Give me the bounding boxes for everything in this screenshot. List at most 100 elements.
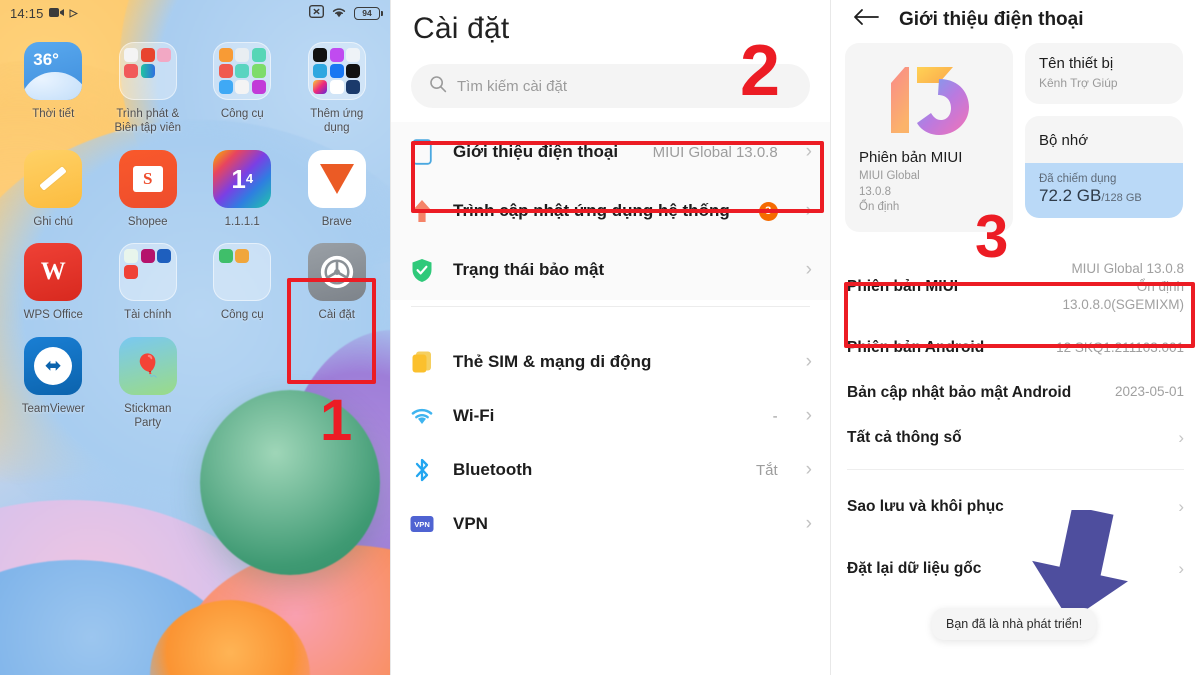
app-label: Công cụ — [220, 309, 264, 322]
svg-text:VPN: VPN — [414, 520, 430, 529]
app-label: TeamViewer — [21, 402, 85, 415]
miui-card-sub1: MIUI Global — [859, 170, 920, 182]
chevron-right-icon: › — [1178, 558, 1184, 578]
app-notes[interactable]: Ghi chú — [6, 149, 101, 229]
chevron-right-icon: › — [805, 405, 812, 426]
page-title: Giới thiệu điện thoại — [899, 8, 1084, 30]
list-divider — [847, 468, 1184, 470]
chevron-right-icon: › — [805, 351, 812, 372]
about-row-value: 2023-05-01 — [1114, 384, 1184, 400]
miui-card-sub2: 13.0.8 — [859, 185, 891, 198]
app-brave[interactable]: Brave — [290, 149, 385, 229]
settings-row-system-updater[interactable]: Trình cập nhật ứng dụng hệ thống 3 › — [391, 182, 830, 240]
app-label: Stickman Party — [124, 402, 172, 429]
brave-lion-icon — [307, 149, 366, 208]
app-shopee[interactable]: S Shopee — [101, 149, 196, 229]
chevron-right-icon: › — [805, 200, 812, 221]
miui-card-title: Phiên bản MIUI — [859, 149, 963, 166]
settings-row-wifi[interactable]: Wi-Fi - › — [391, 389, 830, 443]
miui-13-logo — [859, 57, 999, 143]
shield-check-icon — [409, 257, 435, 283]
memory-card[interactable]: Bộ nhớ Đã chiếm dụng 72.2 GB/128 GB — [1025, 116, 1183, 218]
app-wps-office[interactable]: W WPS Office — [6, 243, 101, 322]
app-teamviewer[interactable]: ⬌ TeamViewer — [6, 336, 101, 431]
app-label: 1.1.1.1 — [224, 215, 260, 228]
app-grid: 36° Thời tiết Trình phát & Biên tập viên — [0, 32, 390, 430]
phone-outline-icon — [409, 139, 435, 165]
about-cards: Phiên bản MIUI MIUI Global 13.0.8 Ổn địn… — [831, 37, 1200, 232]
video-camera-icon — [48, 6, 64, 21]
app-folder-media[interactable]: Trình phát & Biên tập viên — [101, 42, 196, 136]
app-folder-finance[interactable]: Tài chính — [101, 243, 196, 322]
back-arrow-icon[interactable] — [853, 8, 879, 31]
weather-icon: 36° — [24, 42, 83, 100]
about-row-all-specs[interactable]: Tất cả thông số › — [831, 415, 1200, 461]
home-screen-panel: 14:15 94 36° Thời tiết Trình phát & Biên… — [0, 0, 390, 675]
about-row-factory-reset[interactable]: Đặt lại dữ liệu gốc › — [831, 546, 1200, 592]
about-row-security-patch[interactable]: Bản cập nhật bảo mật Android 2023-05-01 — [831, 370, 1200, 414]
weather-temp: 36° — [33, 50, 59, 69]
app-settings[interactable]: Cài đặt — [290, 243, 385, 322]
memory-usage-bar: Đã chiếm dụng 72.2 GB/128 GB — [1025, 163, 1183, 218]
about-row-label: Sao lưu và khôi phục — [847, 497, 1004, 515]
about-header: Giới thiệu điện thoại — [831, 0, 1200, 37]
app-stickman-party[interactable]: 🎈 Stickman Party — [101, 336, 196, 431]
settings-row-vpn[interactable]: VPN VPN › — [391, 497, 830, 551]
app-folder-more-apps[interactable]: Thêm ứng dụng — [290, 42, 385, 136]
about-phone-panel: Giới thiệu điện thoại Phiên bản MIUI MIU… — [830, 0, 1200, 675]
search-placeholder: Tìm kiếm cài đặt — [457, 77, 568, 95]
about-row-label: Bản cập nhật bảo mật Android — [847, 383, 1072, 401]
app-label: Ghi chú — [33, 215, 74, 228]
cloudflare-icon: 14 — [213, 149, 272, 208]
settings-row-bluetooth[interactable]: Bluetooth Tắt › — [391, 443, 830, 497]
about-row-android-version[interactable]: Phiên bản Android 12 SKQ1.211103.001 — [831, 326, 1200, 370]
developer-tooltip: Bạn đã là nhà phát triển! — [932, 608, 1097, 640]
update-count-badge: 3 — [758, 201, 778, 221]
folder-icon — [213, 243, 272, 302]
settings-row-label: Thẻ SIM & mạng di động — [453, 352, 652, 372]
screencast-off-icon — [308, 4, 325, 21]
settings-row-label: VPN — [453, 514, 488, 534]
settings-row-value: Tắt — [755, 461, 778, 479]
memory-used-label: Đã chiếm dụng — [1039, 173, 1117, 185]
settings-row-value: - — [772, 407, 778, 425]
app-label: Tài chính — [124, 309, 172, 322]
settings-list: Giới thiệu điện thoại MIUI Global 13.0.8… — [391, 122, 830, 551]
folder-icon — [118, 243, 177, 302]
app-cloudflare[interactable]: 14 1.1.1.1 — [195, 149, 290, 229]
app-label: Thêm ứng dụng — [310, 108, 364, 135]
about-info-list: Phiên bản MIUI MIUI Global 13.0.8 Ổn địn… — [831, 248, 1200, 592]
settings-row-value: MIUI Global 13.0.8 — [652, 143, 778, 161]
about-row-backup-restore[interactable]: Sao lưu và khôi phục › — [831, 484, 1200, 530]
chevron-right-icon: › — [805, 259, 812, 280]
device-name-value: Kênh Trợ Giúp — [1039, 76, 1118, 90]
app-weather[interactable]: 36° Thời tiết — [6, 42, 101, 136]
app-label: Brave — [321, 215, 352, 228]
about-row-label: Phiên bản Android — [847, 339, 985, 357]
folder-icon — [118, 42, 177, 100]
about-row-label: Tất cả thông số — [847, 428, 962, 446]
settings-row-about-phone[interactable]: Giới thiệu điện thoại MIUI Global 13.0.8… — [391, 122, 830, 182]
settings-row-label: Trạng thái bảo mật — [453, 260, 605, 280]
bluetooth-icon — [409, 457, 435, 483]
app-label: Thời tiết — [32, 108, 75, 120]
settings-row-security-status[interactable]: Trạng thái bảo mật › — [391, 240, 830, 300]
teamviewer-icon: ⬌ — [24, 336, 83, 395]
stickman-party-icon: 🎈 — [118, 336, 177, 395]
app-folder-tools[interactable]: Công cụ — [195, 243, 290, 322]
chevron-right-icon: › — [805, 459, 812, 480]
shopee-icon: S — [118, 149, 177, 208]
about-row-miui-version[interactable]: Phiên bản MIUI MIUI Global 13.0.8 Ổn địn… — [831, 248, 1200, 327]
up-arrow-icon — [409, 198, 435, 224]
app-folder-tools-top[interactable]: Công cụ — [195, 42, 290, 136]
about-row-value: MIUI Global 13.0.8 Ổn định 13.0.8.0(SGEM… — [1062, 260, 1184, 312]
annotation-step-1: 1 — [320, 388, 353, 453]
list-divider — [411, 306, 810, 307]
chevron-right-icon: › — [1178, 427, 1184, 447]
settings-row-sim-network[interactable]: Thẻ SIM & mạng di động › — [391, 335, 830, 389]
memory-title: Bộ nhớ — [1039, 132, 1089, 149]
device-name-card[interactable]: Tên thiết bị Kênh Trợ Giúp — [1025, 43, 1183, 104]
notes-icon — [24, 149, 83, 208]
settings-row-label: Bluetooth — [453, 460, 533, 480]
play-triangle-icon — [69, 6, 78, 21]
